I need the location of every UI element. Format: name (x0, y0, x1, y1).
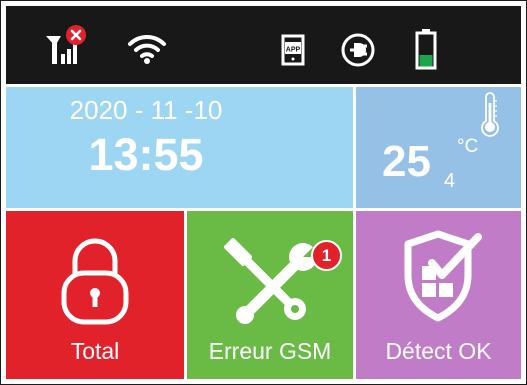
alarm-panel-screen: APP 2020 - 11 -10 13:55 25 4 °C Total 1 … (0, 0, 527, 385)
wifi-icon (128, 34, 166, 64)
detect-ok-label: Détect OK (385, 338, 492, 364)
date-text: 2020 - 11 -10 (69, 95, 223, 125)
ac-power-icon (341, 33, 375, 67)
temperature-decimal: 4 (444, 170, 456, 192)
time-text: 13:55 (88, 129, 204, 180)
detect-ok-tile[interactable]: Détect OK (356, 211, 521, 379)
total-arm-tile[interactable]: Total (6, 211, 184, 379)
signal-no-sim-icon (46, 25, 86, 64)
total-label: Total (70, 338, 120, 364)
temperature-value: 25 (382, 137, 431, 186)
notification-badge: 1 (311, 240, 342, 271)
padlock-icon (61, 238, 129, 325)
gsm-error-tile[interactable]: 1 Erreur GSM (187, 211, 353, 379)
temperature-unit: °C (457, 136, 479, 157)
temperature-tile: 25 4 °C (356, 87, 521, 208)
date-time-tile: 2020 - 11 -10 13:55 (6, 87, 353, 208)
tools-icon (223, 237, 322, 324)
gsm-error-label: Erreur GSM (208, 338, 332, 364)
svg-text:APP: APP (286, 47, 301, 54)
app-icon: APP (281, 34, 305, 66)
shield-check-icon (404, 230, 482, 322)
status-bar: APP (6, 6, 521, 84)
thermometer-icon (481, 92, 499, 137)
battery-icon (415, 29, 437, 70)
